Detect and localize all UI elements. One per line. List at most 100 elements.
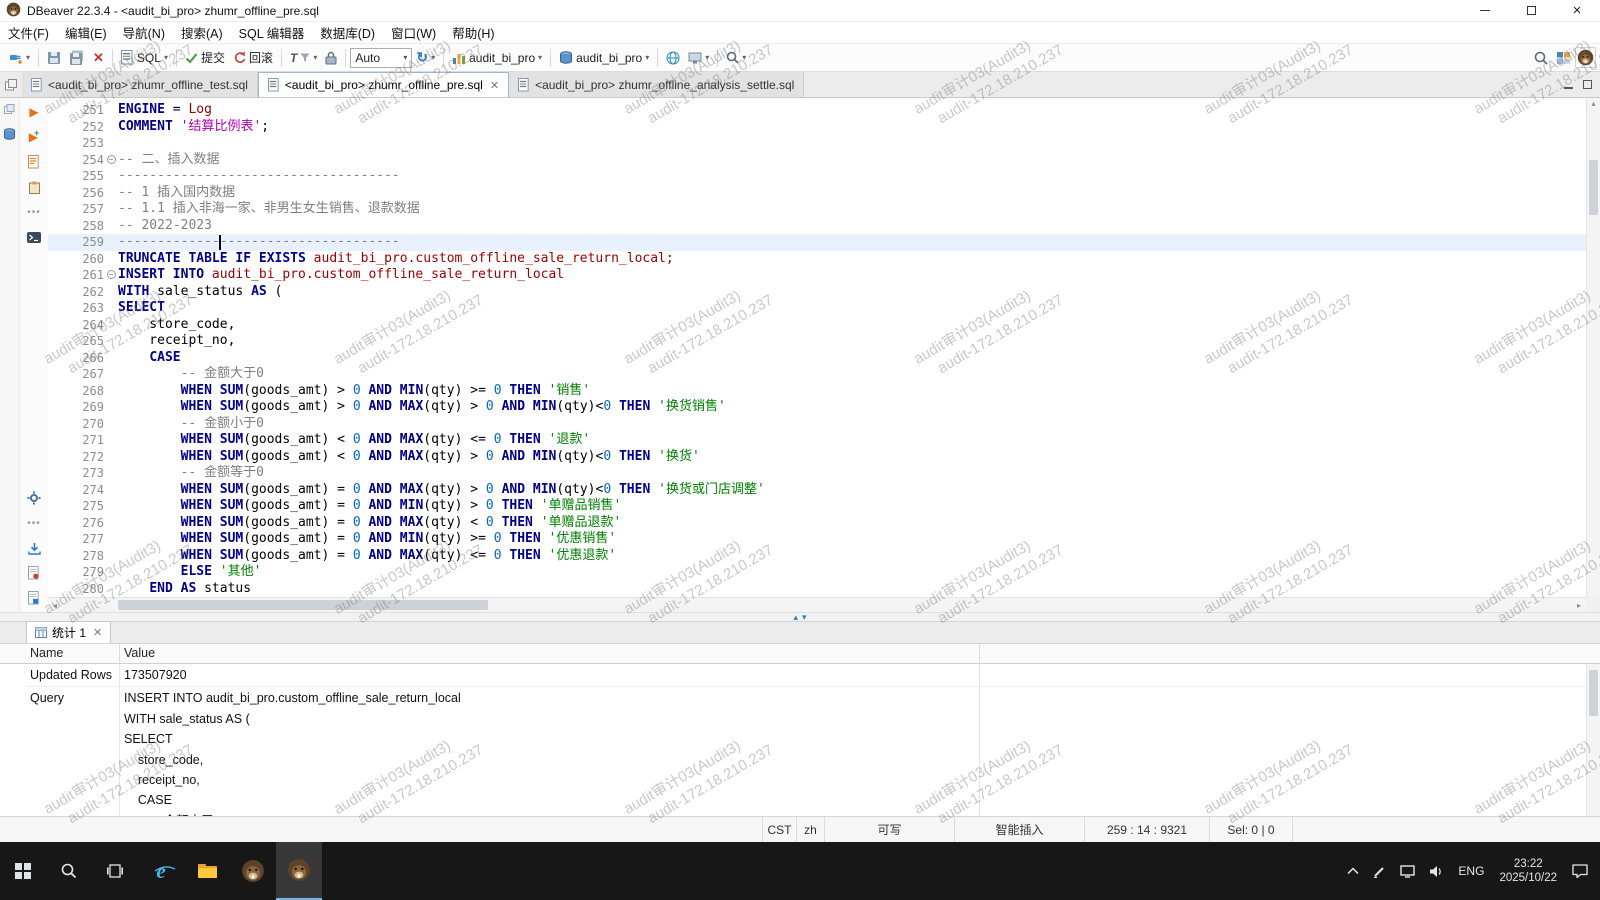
scrollbar-thumb[interactable] [1589,670,1598,716]
scrollbar-thumb[interactable] [118,600,488,610]
fold-toggle[interactable]: − [104,152,118,169]
code-line[interactable]: 258-- 2022-2023 [48,218,1586,235]
scroll-right-icon[interactable]: ▸ [1572,598,1586,612]
scroll-up-icon[interactable]: ▴ [1587,98,1600,110]
code-line[interactable]: 252COMMENT '结算比例表'; [48,119,1586,136]
close-button[interactable]: × [1554,0,1600,21]
status-language[interactable]: zh [796,817,824,842]
database-select[interactable]: audit_bi_pro▾ [448,49,546,67]
code-line[interactable]: 259------------------------------------ [48,234,1586,251]
code-line[interactable]: 253 [48,135,1586,152]
restore-panel-icon[interactable]: ▴ [793,613,798,621]
column-header-name[interactable]: Name [26,644,120,663]
stats-row[interactable]: Updated Rows173507920 [26,664,1586,687]
session-button[interactable]: ▾ [684,50,713,66]
taskbar-clock[interactable]: 23:22 2025/10/22 [1491,857,1565,886]
explain-plan-button[interactable] [25,179,43,195]
tab-zhumr-offline-pre[interactable]: <audit_bi_pro> zhumr_offline_pre.sql ✕ [258,72,509,97]
transaction-log-button[interactable]: T ▾ [286,49,321,67]
save-to-file-button[interactable] [25,565,43,581]
minimize-view-icon[interactable] [1564,78,1573,92]
tab-close-icon[interactable]: ✕ [490,79,499,92]
code-line[interactable]: 274 WHEN SUM(goods_amt) = 0 AND MAX(qty)… [48,482,1586,499]
grid-vertical-scrollbar[interactable] [1586,664,1600,816]
save-all-button[interactable] [65,48,89,67]
code-line[interactable]: 264 store_code, [48,317,1586,334]
language-indicator[interactable]: ENG [1451,842,1491,900]
editor-area-icon[interactable] [0,72,22,97]
execute-script-button[interactable] [25,154,43,170]
cancel-button[interactable]: ✕ [89,48,108,68]
sql-editor[interactable]: 251ENGINE = Log252COMMENT '结算比例表';253254… [48,98,1600,612]
tab-zhumr-offline-test[interactable]: <audit_bi_pro> zhumr_offline_test.sql [22,72,258,97]
column-header-value[interactable]: Value [120,644,980,663]
action-center-button[interactable] [1565,842,1600,900]
code-line[interactable]: 275 WHEN SUM(goods_amt) = 0 AND MIN(qty)… [48,498,1586,515]
save-button[interactable] [43,49,65,67]
status-insert-mode[interactable]: 智能插入 [954,817,1084,842]
menu-file[interactable]: 文件(F) [0,22,57,43]
database-navigator-icon[interactable] [3,128,16,146]
scrollbar-thumb[interactable] [1589,160,1598,215]
refresh-button[interactable]: ↻▾ [412,47,439,68]
dbeaver-logo[interactable] [1575,47,1596,68]
maximize-button[interactable] [1508,0,1554,21]
search-db-button[interactable]: ▾ [722,49,750,66]
menu-window[interactable]: 窗口(W) [383,22,444,43]
taskbar-search-button[interactable] [46,842,92,900]
status-timezone[interactable]: CST [762,817,796,842]
start-button[interactable] [0,842,46,900]
code-line[interactable]: 263SELECT [48,300,1586,317]
code-line[interactable]: 276 WHEN SUM(goods_amt) = 0 AND MAX(qty)… [48,515,1586,532]
code-line[interactable]: 266 CASE [48,350,1586,367]
horizontal-scrollbar[interactable]: ◂ ▸ [48,597,1586,612]
code-line[interactable]: 273 -- 金额等于0 [48,465,1586,482]
execute-statement-button[interactable]: ▶ [25,104,43,120]
status-writable[interactable]: 可写 [824,817,954,842]
panel-splitter[interactable]: ▴ ▾ [0,612,1600,622]
minimize-button[interactable] [1462,0,1508,21]
export-results-button[interactable] [25,540,43,556]
more-options-button[interactable]: ••• [25,515,43,531]
commit-mode-select[interactable]: Auto▾ [350,48,412,68]
tab-close-icon[interactable]: ✕ [93,626,102,639]
tab-statistics[interactable]: 统计 1 ✕ [26,621,111,643]
minimize-panel-icon[interactable]: ▾ [802,613,807,621]
menu-help[interactable]: 帮助(H) [444,22,502,43]
scroll-left-icon[interactable]: ◂ [48,598,62,612]
schema-select[interactable]: audit_bi_pro▾ [555,49,653,67]
collapse-icon[interactable]: − [107,155,116,164]
code-line[interactable]: 272 WHEN SUM(goods_amt) < 0 AND MAX(qty)… [48,449,1586,466]
new-connection-button[interactable]: ▾ [4,48,34,67]
file-explorer-button[interactable] [184,842,230,900]
network-button[interactable] [662,49,684,67]
code-line[interactable]: 278 WHEN SUM(goods_amt) = 0 AND MAX(qty)… [48,548,1586,565]
menu-edit[interactable]: 编辑(E) [57,22,115,43]
rollback-button[interactable]: 回滚 [229,47,277,68]
status-selection[interactable]: Sel: 0 | 0 [1209,817,1293,842]
global-search-button[interactable] [1530,49,1552,67]
code-line[interactable]: 257-- 1.1 插入非海一家、非男生女生销售、退款数据 [48,201,1586,218]
code-line[interactable]: 271 WHEN SUM(goods_amt) < 0 AND MAX(qty)… [48,432,1586,449]
dbeaver-taskbar-button[interactable] [230,842,276,900]
code-line[interactable]: 267 -- 金额大于0 [48,366,1586,383]
code-line[interactable]: 260TRUNCATE TABLE IF EXISTS audit_bi_pro… [48,251,1586,268]
dbeaver-taskbar-button-active[interactable] [276,842,322,900]
pen-settings-button[interactable] [1366,842,1393,900]
volume-button[interactable] [1422,842,1451,900]
code-area[interactable]: 251ENGINE = Log252COMMENT '结算比例表';253254… [48,98,1586,597]
code-line[interactable]: 261−INSERT INTO audit_bi_pro.custom_offl… [48,267,1586,284]
more-actions-button[interactable]: ••• [25,204,43,220]
fold-toggle[interactable]: − [104,267,118,284]
menu-sql-editor[interactable]: SQL 编辑器 [231,22,313,43]
code-line[interactable]: 277 WHEN SUM(goods_amt) = 0 AND MIN(qty)… [48,531,1586,548]
code-line[interactable]: 270 -- 金额小于0 [48,416,1586,433]
code-line[interactable]: 265 receipt_no, [48,333,1586,350]
menu-navigate[interactable]: 导航(N) [115,22,173,43]
code-line[interactable]: 254−-- 二、插入数据 [48,152,1586,169]
hidden-icons-button[interactable] [1340,842,1366,900]
settings-button[interactable] [25,490,43,506]
display-button[interactable] [1393,842,1422,900]
execute-new-tab-button[interactable]: ▶+ [25,129,43,145]
code-line[interactable]: 279 ELSE '其他' [48,564,1586,581]
